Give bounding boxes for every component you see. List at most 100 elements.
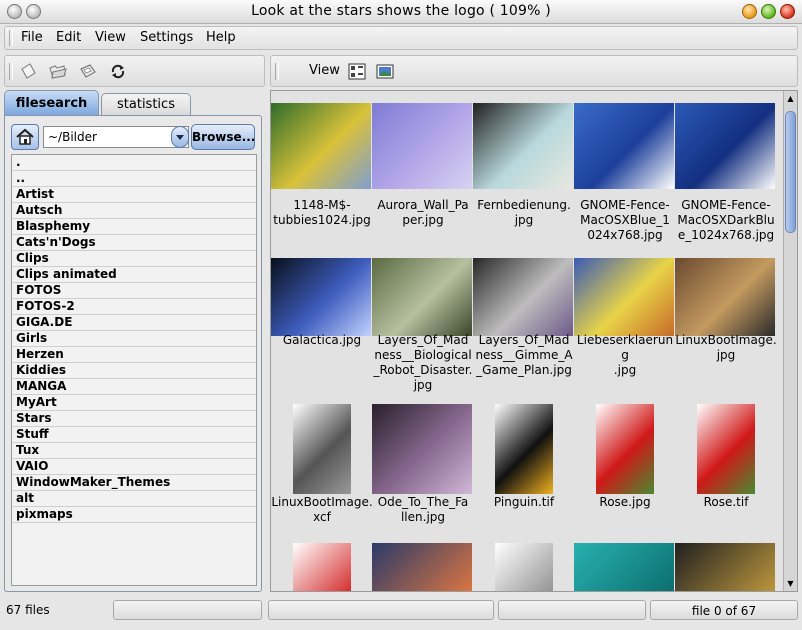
status-file-position: file 0 of 67 xyxy=(650,600,798,620)
directory-item[interactable]: . xyxy=(12,155,256,171)
path-dropdown-button[interactable] xyxy=(171,126,189,148)
caption-line: jpg xyxy=(413,378,433,392)
thumbnail-image-partial[interactable] xyxy=(293,543,351,591)
directory-item[interactable]: FOTOS-2 xyxy=(12,299,256,315)
caption-line: Pinguin.tif xyxy=(493,495,555,509)
directory-item[interactable]: pixmaps xyxy=(12,507,256,523)
directory-item[interactable]: MANGA xyxy=(12,379,256,395)
directory-item[interactable]: Tux xyxy=(12,443,256,459)
scrollbar-thumb[interactable] xyxy=(785,111,796,233)
thumbnail-item[interactable]: Aurora_Wall_Pa per.jpg xyxy=(372,93,474,243)
directory-item[interactable]: Autsch xyxy=(12,203,256,219)
caption-line: Rose.jpg xyxy=(599,495,651,509)
thumbnail-item[interactable]: LinuxBootImage. xcf xyxy=(271,394,373,544)
directory-item[interactable]: Girls xyxy=(12,331,256,347)
thumbnail-caption: Layers_Of_Mad ness__Gimme_A _Game_Plan.jpg xyxy=(473,333,575,378)
toolbar-grip[interactable] xyxy=(9,63,13,80)
menu-settings[interactable]: Settings xyxy=(140,30,193,45)
thumbnail-view[interactable]: 1148-M$- tubbies1024.jpg Aurora_Wall_Pa per… xyxy=(270,90,798,592)
menubar-grip[interactable] xyxy=(9,30,13,46)
view-toolbar: View xyxy=(270,55,798,87)
directory-item[interactable]: VAIO xyxy=(12,459,256,475)
directory-item[interactable]: Clips animated xyxy=(12,267,256,283)
directory-item[interactable]: MyArt xyxy=(12,395,256,411)
refresh-icon[interactable] xyxy=(109,63,127,80)
thumbnail-item[interactable]: LinuxBootImage. jpg xyxy=(675,248,777,398)
caption-line: xcf xyxy=(313,510,331,524)
directory-item[interactable]: Herzen xyxy=(12,347,256,363)
new-file-icon[interactable] xyxy=(19,63,37,80)
menu-edit[interactable]: Edit xyxy=(56,30,81,45)
thumbnail-image-partial[interactable] xyxy=(495,543,553,591)
directory-item[interactable]: Stuff xyxy=(12,427,256,443)
thumbnail-caption: Fernbedienung. jpg xyxy=(473,198,575,228)
directory-item[interactable]: Blasphemy xyxy=(12,219,256,235)
directory-list[interactable]: ... Artist Autsch Blasphemy Cats'n'Dogs Clips… xyxy=(11,154,257,586)
thumbnail-image-partial[interactable] xyxy=(574,543,674,591)
caption-line: MacOSXBlue_1 xyxy=(580,213,670,227)
view-label: View xyxy=(309,63,340,78)
thumbnail-caption: GNOME-Fence- MacOSXBlue_1 024x768.jpg xyxy=(574,198,676,243)
vertical-scrollbar[interactable]: ▲ ▼ xyxy=(783,91,797,591)
status-bar: 67 files file 0 of 67 xyxy=(0,596,802,626)
thumbnail-item[interactable]: Layers_Of_Mad ness__Biological _Robot_Disa… xyxy=(372,248,474,398)
close-button[interactable] xyxy=(780,4,795,19)
thumbnail-item[interactable]: Rose.jpg xyxy=(574,394,676,544)
thumbnail-item[interactable]: Rose.tif xyxy=(675,394,777,544)
menu-view[interactable]: View xyxy=(95,30,126,45)
caption-line: llen.jpg xyxy=(400,510,446,524)
thumbnail-item[interactable]: Fernbedienung. jpg xyxy=(473,93,575,243)
thumbnail-image xyxy=(372,404,472,494)
caption-line: Fernbedienung. xyxy=(477,198,571,212)
thumbnail-image xyxy=(697,404,755,494)
maximize-button[interactable] xyxy=(761,4,776,19)
directory-item[interactable]: WindowMaker_Themes xyxy=(12,475,256,491)
open-folder-icon[interactable] xyxy=(49,63,67,80)
thumbnail-item[interactable]: 1148-M$- tubbies1024.jpg xyxy=(271,93,373,243)
thumbnail-item[interactable]: Layers_Of_Mad ness__Gimme_A _Game_Plan.jpg xyxy=(473,248,575,398)
path-value: ~/Bilder xyxy=(48,130,97,144)
thumbnail-item[interactable]: Galactica.jpg xyxy=(271,248,373,398)
thumbnail-image-partial[interactable] xyxy=(675,543,775,591)
caption-line: Ode_To_The_Fa xyxy=(377,495,469,509)
thumbnail-item[interactable]: Ode_To_The_Fa llen.jpg xyxy=(372,394,474,544)
directory-item[interactable]: .. xyxy=(12,171,256,187)
scroll-up-icon[interactable]: ▲ xyxy=(785,93,796,104)
directory-item[interactable]: FOTOS xyxy=(12,283,256,299)
tab-statistics[interactable]: statistics xyxy=(101,93,191,115)
menu-help[interactable]: Help xyxy=(206,30,236,45)
filesearch-pane: ~/Bilder Browse... ... Artist Autsch Blasph… xyxy=(4,115,262,592)
thumbnail-item[interactable]: Pinguin.tif xyxy=(473,394,575,544)
thumbnail-caption: Rose.jpg xyxy=(574,495,676,510)
minimize-button[interactable] xyxy=(742,4,757,19)
thumbnail-item[interactable]: Liebeserklaerung .jpg xyxy=(574,248,676,398)
status-file-count: 67 files xyxy=(6,603,50,617)
tab-filesearch[interactable]: filesearch xyxy=(4,90,99,115)
directory-item[interactable]: alt xyxy=(12,491,256,507)
directory-item[interactable]: Stars xyxy=(12,411,256,427)
thumbnail-image xyxy=(574,258,674,336)
title-bar[interactable]: Look at the stars shows the logo ( 109% … xyxy=(0,0,802,24)
menu-file[interactable]: File xyxy=(21,30,43,45)
image-view-icon[interactable] xyxy=(376,63,394,80)
save-icon[interactable] xyxy=(79,63,97,80)
thumbnail-item[interactable]: GNOME-Fence- MacOSXDarkBlu e_1024x768.jpg xyxy=(675,93,777,243)
thumbnail-image xyxy=(271,258,371,336)
home-button[interactable] xyxy=(11,124,39,150)
directory-item[interactable]: Kiddies xyxy=(12,363,256,379)
scroll-down-icon[interactable]: ▼ xyxy=(785,578,796,589)
browse-button[interactable]: Browse... xyxy=(191,124,255,150)
path-combobox[interactable]: ~/Bilder xyxy=(43,126,189,148)
directory-item[interactable]: Artist xyxy=(12,187,256,203)
directory-item[interactable]: Clips xyxy=(12,251,256,267)
thumbnail-caption: GNOME-Fence- MacOSXDarkBlu e_1024x768.jpg xyxy=(675,198,777,243)
caption-line: GNOME-Fence- xyxy=(580,198,670,212)
view-mode-icon[interactable] xyxy=(348,63,366,80)
directory-item[interactable]: GIGA.DE xyxy=(12,315,256,331)
thumbnail-item[interactable]: GNOME-Fence- MacOSXBlue_1 024x768.jpg xyxy=(574,93,676,243)
thumbnail-image xyxy=(473,258,573,336)
thumbnail-image-partial[interactable] xyxy=(372,543,472,591)
view-toolbar-grip[interactable] xyxy=(275,63,279,80)
directory-item[interactable]: Cats'n'Dogs xyxy=(12,235,256,251)
caption-line: _Robot_Disaster. xyxy=(373,363,473,377)
